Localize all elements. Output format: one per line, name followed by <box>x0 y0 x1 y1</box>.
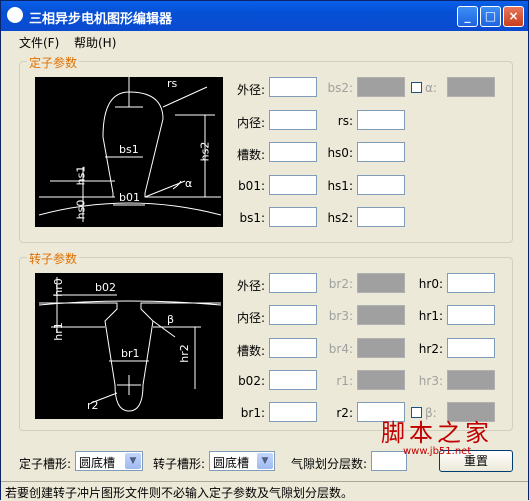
stator-alpha-label: α: <box>425 81 437 95</box>
rotor-slot-type-value: 圆底槽 <box>213 456 250 470</box>
stator-slots-input[interactable] <box>269 142 317 162</box>
rotor-r2-label: r2: <box>336 406 353 420</box>
menu-help[interactable]: 帮助(H) <box>74 34 116 51</box>
status-bar: 若要创建转子冲片图形文件则不必输入定子参数及气隙划分层数。 <box>1 481 528 500</box>
rotor-br1-input[interactable] <box>269 402 317 422</box>
stator-hs0-label: hs0: <box>327 146 353 160</box>
stator-bs1-input[interactable] <box>269 207 317 227</box>
diagram-r2-label: r2 <box>87 399 99 412</box>
window-title: 三相异步电机图形编辑器 <box>29 12 173 27</box>
rotor-outer-input[interactable] <box>269 273 317 293</box>
stator-b01-input[interactable] <box>269 175 317 195</box>
diagram-hr0-label: hr0 <box>51 278 65 297</box>
rotor-br1-label: br1: <box>240 406 265 420</box>
stator-hs2-label: hs2: <box>327 211 353 225</box>
diagram-br1-label: br1 <box>121 347 140 360</box>
app-icon <box>7 7 23 23</box>
stator-hs1-label: hs1: <box>327 179 353 193</box>
title-bar[interactable]: 三相异步电机图形编辑器 _ □ × <box>1 1 528 31</box>
diagram-bs1-label: bs1 <box>119 143 139 156</box>
rotor-slot-diagram: hr0 b02 hr1 β br1 hr2 r2 <box>35 273 223 419</box>
rotor-outer-label: 外径: <box>236 279 265 293</box>
diagram-hs2-label: hs2 <box>198 141 212 162</box>
rotor-br2-label: br2: <box>328 277 353 291</box>
rotor-slots-input[interactable] <box>269 338 317 358</box>
gap-layers-input[interactable] <box>371 451 407 471</box>
rotor-br4-label: br4: <box>328 342 353 356</box>
diagram-rs-label: rs <box>167 77 178 90</box>
rotor-hr2-label: hr2: <box>418 342 443 356</box>
diagram-alpha-label: α <box>185 177 193 190</box>
rotor-group-title: 转子参数 <box>27 250 80 267</box>
rotor-r1-input <box>357 370 405 390</box>
watermark-text: 脚本之家 <box>381 419 493 447</box>
rotor-br2-input <box>357 273 405 293</box>
diagram-hs1-label: hs1 <box>74 165 88 186</box>
rotor-inner-input[interactable] <box>269 305 317 325</box>
stator-slots-label: 槽数: <box>236 148 265 162</box>
menu-file[interactable]: 文件(F) <box>19 34 59 51</box>
rotor-b02-label: b02: <box>238 374 265 388</box>
menu-bar: 文件(F) 帮助(H) <box>1 31 528 51</box>
close-button[interactable]: × <box>503 6 524 27</box>
stator-alpha-checkbox[interactable] <box>411 82 422 93</box>
stator-inner-input[interactable] <box>269 110 317 130</box>
gap-layers-label: 气隙划分层数: <box>291 457 368 471</box>
stator-group-title: 定子参数 <box>27 54 80 71</box>
rotor-hr0-input[interactable] <box>447 273 495 293</box>
stator-hs0-input[interactable] <box>357 142 405 162</box>
stator-inner-label: 内径: <box>236 116 265 130</box>
stator-bs2-label: bs2: <box>327 81 353 95</box>
stator-bs1-label: bs1: <box>239 211 265 225</box>
rotor-slot-type-label: 转子槽形: <box>153 457 206 471</box>
rotor-br4-input <box>357 338 405 358</box>
stator-rs-label: rs: <box>337 114 353 128</box>
stator-rs-input[interactable] <box>357 110 405 130</box>
stator-outer-label: 外径: <box>236 83 265 97</box>
maximize-button[interactable]: □ <box>480 6 501 27</box>
stator-hs1-input[interactable] <box>357 175 405 195</box>
chevron-down-icon[interactable]: ▼ <box>257 453 273 469</box>
diagram-hs0-label: hs0 <box>74 199 88 220</box>
rotor-inner-label: 内径: <box>236 311 265 325</box>
stator-slot-type-value: 圆底槽 <box>79 456 116 470</box>
rotor-slot-type-select[interactable]: 圆底槽 ▼ <box>209 451 275 471</box>
rotor-b02-input[interactable] <box>269 370 317 390</box>
stator-slot-diagram: rs bs1 hs2 hs1 α hs0 b01 <box>35 77 223 227</box>
watermark-url: www.jb51.net <box>403 446 472 457</box>
stator-hs2-input[interactable] <box>357 207 405 227</box>
rotor-hr1-label: hr1: <box>418 309 443 323</box>
main-window: 三相异步电机图形编辑器 _ □ × 文件(F) 帮助(H) 定子参数 rs bs… <box>0 0 529 500</box>
rotor-hr2-input[interactable] <box>447 338 495 358</box>
diagram-b01-label: b01 <box>119 191 140 204</box>
stator-bs2-input <box>357 77 405 97</box>
stator-slot-type-select[interactable]: 圆底槽 ▼ <box>75 451 143 471</box>
stator-slot-type-label: 定子槽形: <box>19 457 72 471</box>
stator-b01-label: b01: <box>238 179 265 193</box>
diagram-hr1-label: hr1 <box>51 322 65 341</box>
rotor-br3-input <box>357 305 405 325</box>
status-text: 若要创建转子冲片图形文件则不必输入定子参数及气隙划分层数。 <box>5 486 354 500</box>
diagram-beta-label: β <box>167 313 175 326</box>
rotor-r1-label: r1: <box>336 374 353 388</box>
rotor-br3-label: br3: <box>328 309 353 323</box>
diagram-hr2-label: hr2 <box>177 344 191 363</box>
rotor-hr0-label: hr0: <box>418 277 443 291</box>
stator-outer-input[interactable] <box>269 77 317 97</box>
rotor-slots-label: 槽数: <box>236 344 265 358</box>
diagram-b02-label: b02 <box>95 281 116 294</box>
chevron-down-icon[interactable]: ▼ <box>125 453 141 469</box>
rotor-hr1-input[interactable] <box>447 305 495 325</box>
minimize-button[interactable]: _ <box>457 6 478 27</box>
rotor-hr3-input <box>447 370 495 390</box>
stator-alpha-input <box>447 77 495 97</box>
rotor-hr3-label: hr3: <box>418 374 443 388</box>
